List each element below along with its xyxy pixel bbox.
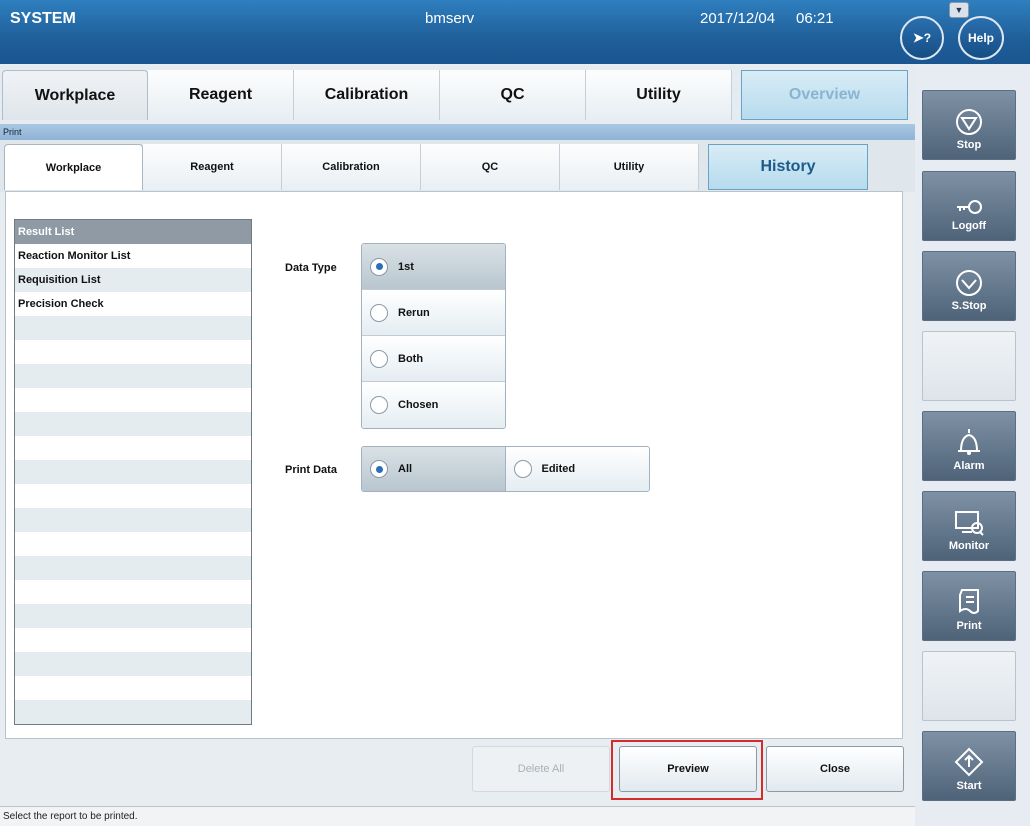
- list-item: [15, 412, 251, 436]
- data-type-label: Data Type: [285, 262, 337, 274]
- time-display: 06:21: [796, 10, 834, 27]
- print-icon: [959, 589, 979, 614]
- help-button[interactable]: Help: [958, 16, 1004, 60]
- subtab-qc[interactable]: QC: [421, 144, 560, 190]
- title-bar: SYSTEM bmserv 2017/12/04 06:21 ▼ ➤? Help: [0, 0, 1030, 64]
- chevron-down-icon[interactable]: ▼: [949, 2, 969, 18]
- list-item: [15, 364, 251, 388]
- subtab-utility[interactable]: Utility: [560, 144, 699, 190]
- print-data-radio-group: All Edited: [361, 446, 650, 492]
- data-type-both-option[interactable]: Both: [362, 336, 505, 382]
- list-item: [15, 700, 251, 724]
- tab-calibration[interactable]: Calibration: [294, 70, 440, 120]
- bell-icon: [958, 429, 980, 455]
- list-item[interactable]: Requisition List: [15, 268, 251, 292]
- empty-slot: [922, 331, 1016, 401]
- print-panel: Result List Reaction Monitor List Requis…: [5, 191, 903, 739]
- radio-icon: [370, 303, 388, 322]
- empty-slot: [922, 651, 1016, 721]
- report-list[interactable]: Result List Reaction Monitor List Requis…: [14, 219, 252, 725]
- stop-icon: [956, 109, 982, 135]
- side-panel: Stop Logoff S.Stop Alarm Monitor Print S…: [915, 66, 1030, 826]
- preview-button[interactable]: Preview: [619, 746, 757, 792]
- sub-tab-bar: Workplace Reagent Calibration QC Utility…: [0, 140, 915, 192]
- list-item: [15, 628, 251, 652]
- alarm-button[interactable]: Alarm: [922, 411, 1016, 481]
- stop-button[interactable]: Stop: [922, 90, 1016, 160]
- radio-icon: [513, 460, 532, 478]
- list-item: [15, 604, 251, 628]
- print-data-all-option[interactable]: All: [362, 447, 506, 491]
- radio-selected-icon: [370, 460, 388, 478]
- radio-icon: [370, 396, 388, 414]
- monitor-button[interactable]: Monitor: [922, 491, 1016, 561]
- print-data-edited-option[interactable]: Edited: [505, 447, 649, 491]
- window-title: Print: [0, 124, 915, 140]
- main-tab-bar: Workplace Reagent Calibration QC Utility…: [0, 66, 915, 122]
- date-display: 2017/12/04: [700, 10, 776, 27]
- subtab-history[interactable]: History: [708, 144, 868, 190]
- subtab-reagent[interactable]: Reagent: [143, 144, 282, 190]
- list-item[interactable]: Result List: [15, 220, 251, 244]
- list-item: [15, 388, 251, 412]
- subtab-workplace[interactable]: Workplace: [4, 144, 143, 190]
- radio-icon: [370, 349, 388, 368]
- list-item: [15, 316, 251, 340]
- subtab-calibration[interactable]: Calibration: [282, 144, 421, 190]
- status-bar: Select the report to be printed.: [0, 806, 915, 826]
- tab-utility[interactable]: Utility: [586, 70, 732, 120]
- delete-all-button[interactable]: Delete All: [472, 746, 610, 792]
- radio-selected-icon: [370, 257, 388, 276]
- whats-this-button[interactable]: ➤?: [900, 16, 944, 60]
- list-item: [15, 460, 251, 484]
- data-type-radio-group: 1st Rerun Both Chosen: [361, 243, 506, 429]
- system-label: SYSTEM: [10, 10, 76, 27]
- list-item: [15, 652, 251, 676]
- sampling-stop-icon: [956, 270, 982, 296]
- list-item[interactable]: Precision Check: [15, 292, 251, 316]
- tab-overview[interactable]: Overview: [741, 70, 908, 120]
- data-type-1st-option[interactable]: 1st: [362, 244, 505, 290]
- list-item: [15, 484, 251, 508]
- sampling-stop-button[interactable]: S.Stop: [922, 251, 1016, 321]
- list-item: [15, 532, 251, 556]
- print-data-label: Print Data: [285, 464, 337, 476]
- data-type-chosen-option[interactable]: Chosen: [362, 382, 505, 428]
- list-item: [15, 556, 251, 580]
- list-item: [15, 676, 251, 700]
- list-item: [15, 580, 251, 604]
- key-icon: [957, 200, 982, 214]
- logoff-button[interactable]: Logoff: [922, 171, 1016, 241]
- start-icon: [954, 747, 984, 777]
- close-button[interactable]: Close: [766, 746, 904, 792]
- tab-qc[interactable]: QC: [440, 70, 586, 120]
- list-item: [15, 340, 251, 364]
- monitor-icon: [955, 511, 984, 536]
- data-type-rerun-option[interactable]: Rerun: [362, 290, 505, 336]
- list-item: [15, 508, 251, 532]
- pointer-question-icon: ➤: [912, 30, 924, 45]
- print-button[interactable]: Print: [922, 571, 1016, 641]
- start-button[interactable]: Start: [922, 731, 1016, 801]
- tab-workplace[interactable]: Workplace: [2, 70, 148, 120]
- host-name: bmserv: [425, 10, 475, 27]
- list-item[interactable]: Reaction Monitor List: [15, 244, 251, 268]
- list-item: [15, 436, 251, 460]
- tab-reagent[interactable]: Reagent: [148, 70, 294, 120]
